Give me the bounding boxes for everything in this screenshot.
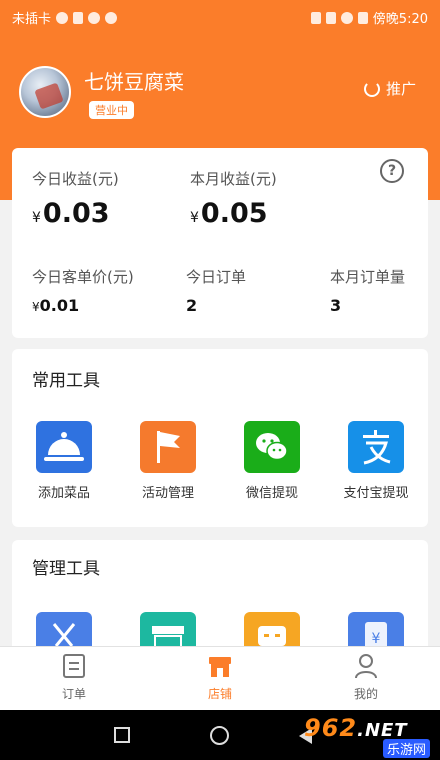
today-avg-price-amount: 0.01 <box>39 296 80 315</box>
home-button[interactable] <box>210 726 229 745</box>
help-icon[interactable]: ? <box>380 159 404 183</box>
battery-icon <box>357 11 368 24</box>
recents-button[interactable] <box>114 727 130 743</box>
carrier-text: 未插卡 <box>12 12 52 27</box>
add-dish-tool[interactable]: 添加菜品 <box>14 421 114 501</box>
notification-icon <box>88 11 101 24</box>
store-name: 七饼豆腐菜 <box>84 70 184 94</box>
svg-text:¥: ¥ <box>372 631 381 647</box>
wechat-withdraw-label: 微信提现 <box>245 486 298 501</box>
common-tools-card: 常用工具 添加菜品 活动管理 微信提现 支付宝提现 <box>12 349 428 527</box>
nav-shop[interactable]: 店铺 <box>180 653 260 702</box>
store-avatar[interactable] <box>19 66 71 118</box>
person-icon <box>354 653 378 679</box>
document-icon <box>62 653 86 679</box>
wechat-withdraw-tool[interactable]: 微信提现 <box>222 421 322 501</box>
wechat-icon <box>244 421 300 473</box>
activity-management-label: 活动管理 <box>141 486 194 501</box>
watermark-suffix: .NET <box>357 720 408 741</box>
management-tools-title: 管理工具 <box>32 559 100 579</box>
stats-card: 今日收益(元) ¥0.03 本月收益(元) ¥0.05 ? 今日客单价(元) ¥… <box>12 148 428 338</box>
nav-orders[interactable]: 订单 <box>34 653 114 702</box>
watermark-sub: 乐游网 <box>382 739 430 758</box>
watermark-main: 962.NET <box>304 714 408 742</box>
activity-management-tool[interactable]: 活动管理 <box>118 421 218 501</box>
currency-symbol: ¥ <box>190 210 199 226</box>
month-revenue-amount: 0.05 <box>200 198 268 229</box>
wifi-icon <box>340 11 353 24</box>
cloche-icon <box>36 421 92 473</box>
month-orders-value: 3 <box>330 296 342 315</box>
month-revenue-label: 本月收益(元) <box>190 170 277 188</box>
month-orders-label: 本月订单量 <box>330 268 406 286</box>
nav-mine-label: 我的 <box>353 687 378 701</box>
watermark-number: 962 <box>304 714 358 742</box>
user-icon <box>105 11 118 24</box>
bluetooth-icon <box>310 11 321 24</box>
promote-label: 推广 <box>385 80 416 98</box>
alipay-icon <box>348 421 404 473</box>
nav-shop-label: 店铺 <box>207 687 232 701</box>
usb-icon <box>73 11 84 24</box>
today-avg-price-value: ¥0.01 <box>32 296 79 315</box>
nav-orders-label: 订单 <box>61 687 86 701</box>
currency-symbol: ¥ <box>32 300 40 314</box>
nav-mine[interactable]: 我的 <box>326 653 406 702</box>
today-revenue-label: 今日收益(元) <box>32 170 119 188</box>
clock-text: 傍晚5:20 <box>372 12 428 27</box>
bottom-nav: 订单 店铺 我的 <box>0 646 440 710</box>
watermark-logo: 962.NET 乐游网 <box>300 708 436 758</box>
status-bar: 未插卡 傍晚5:20 <box>0 0 440 32</box>
promote-button[interactable]: 推广 <box>363 78 416 99</box>
common-tools-title: 常用工具 <box>32 371 100 391</box>
notification-icon <box>56 11 69 24</box>
status-badge: 营业中 <box>89 101 134 119</box>
today-revenue-value: ¥0.03 <box>32 198 110 229</box>
today-avg-price-label: 今日客单价(元) <box>32 268 134 286</box>
refresh-icon <box>363 80 380 97</box>
alipay-withdraw-tool[interactable]: 支付宝提现 <box>326 421 426 501</box>
vibrate-icon <box>325 11 336 24</box>
alipay-withdraw-label: 支付宝提现 <box>343 486 409 501</box>
today-orders-value: 2 <box>186 296 198 315</box>
today-revenue-amount: 0.03 <box>42 198 110 229</box>
add-dish-label: 添加菜品 <box>37 486 90 501</box>
today-orders-label: 今日订单 <box>186 268 247 286</box>
currency-symbol: ¥ <box>32 210 41 226</box>
flag-icon <box>140 421 196 473</box>
shop-icon <box>208 653 232 679</box>
month-revenue-value: ¥0.05 <box>190 198 268 229</box>
